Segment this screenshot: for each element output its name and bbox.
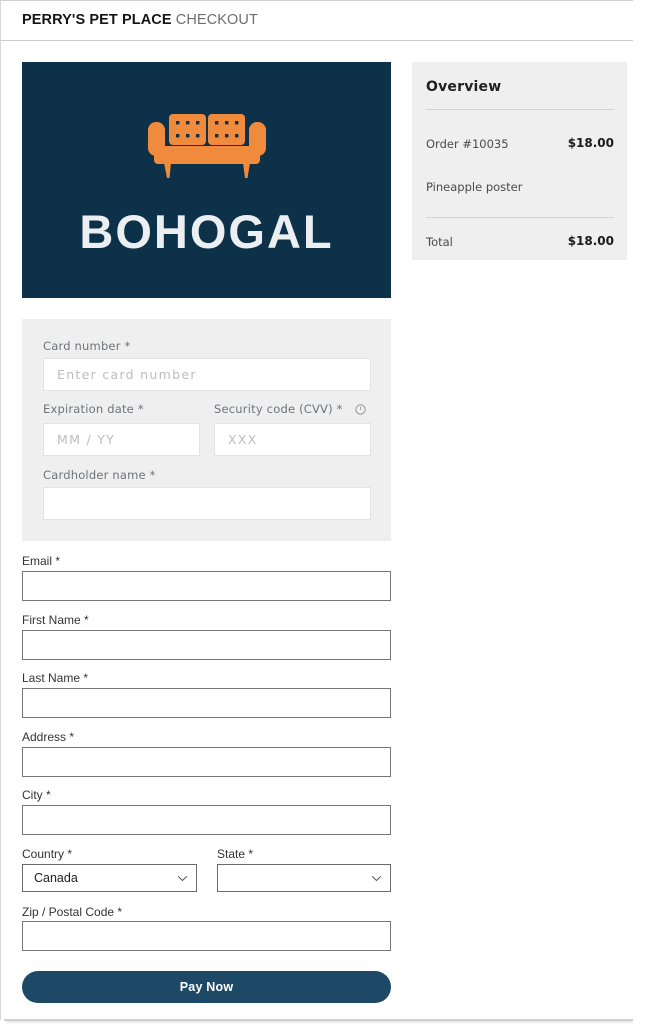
last-name-field[interactable] [22, 688, 391, 718]
page-frame-left [0, 0, 1, 1020]
page-frame-shadow [6, 1021, 644, 1024]
store-banner: BOHOGAL [22, 62, 391, 298]
card-number-label: Card number * [43, 339, 131, 353]
chevron-down-icon [371, 875, 382, 881]
state-label: State * [217, 847, 254, 861]
city-label: City * [22, 788, 51, 802]
site-header: PERRY'S PET PLACE CHECKOUT [1, 1, 646, 41]
state-select[interactable] [217, 864, 391, 892]
chevron-down-icon [177, 875, 188, 881]
cvv-placeholder: XXX [228, 432, 258, 447]
pay-now-button[interactable]: Pay Now [22, 971, 391, 1003]
order-number-label: Order #10035 [426, 137, 509, 151]
cvv-label: Security code (CVV) * [214, 402, 343, 416]
city-field[interactable] [22, 805, 391, 835]
expiration-date-input[interactable]: MM / YY [43, 423, 200, 456]
zip-label: Zip / Postal Code * [22, 905, 123, 919]
email-label: Email * [22, 554, 61, 568]
last-name-label: Last Name * [22, 671, 89, 685]
address-label: Address * [22, 730, 75, 744]
info-circle-icon[interactable] [355, 402, 366, 415]
country-select[interactable]: Canada [22, 864, 197, 892]
card-number-placeholder: Enter card number [57, 367, 197, 382]
page-title: PERRY'S PET PLACE CHECKOUT [22, 12, 258, 28]
checkout-page: PERRY'S PET PLACE CHECKOUT BOHOGAL Overv… [0, 0, 655, 1029]
zip-field[interactable] [22, 921, 391, 951]
expiration-date-label: Expiration date * [43, 402, 144, 416]
card-number-input[interactable]: Enter card number [43, 358, 371, 391]
brand-name: PERRY'S PET PLACE [22, 12, 172, 28]
overview-title: Overview [426, 79, 502, 95]
total-amount: $18.00 [567, 234, 614, 248]
overview-divider-bottom [426, 217, 614, 218]
cardholder-name-label: Cardholder name * [43, 468, 156, 482]
checkout-label: CHECKOUT [175, 12, 258, 28]
total-label: Total [426, 235, 453, 249]
first-name-field[interactable] [22, 630, 391, 660]
country-selected-value: Canada [34, 871, 78, 885]
address-field[interactable] [22, 747, 391, 777]
banner-wordmark: BOHOGAL [79, 205, 334, 258]
overview-divider-top [426, 109, 614, 110]
couch-icon [22, 110, 391, 178]
order-number-amount: $18.00 [567, 136, 614, 150]
payment-card-panel: Card number * Enter card number Expirati… [22, 319, 391, 541]
order-item-label: Pineapple poster [426, 180, 523, 194]
cardholder-name-input[interactable] [43, 487, 371, 520]
order-overview-panel: Overview Order #10035 $18.00 Pineapple p… [412, 62, 627, 260]
country-label: Country * [22, 847, 73, 861]
vertical-scrollbar-track[interactable] [633, 0, 655, 1029]
first-name-label: First Name * [22, 613, 89, 627]
expiration-date-placeholder: MM / YY [57, 432, 116, 447]
email-field[interactable] [22, 571, 391, 601]
cvv-input[interactable]: XXX [214, 423, 371, 456]
